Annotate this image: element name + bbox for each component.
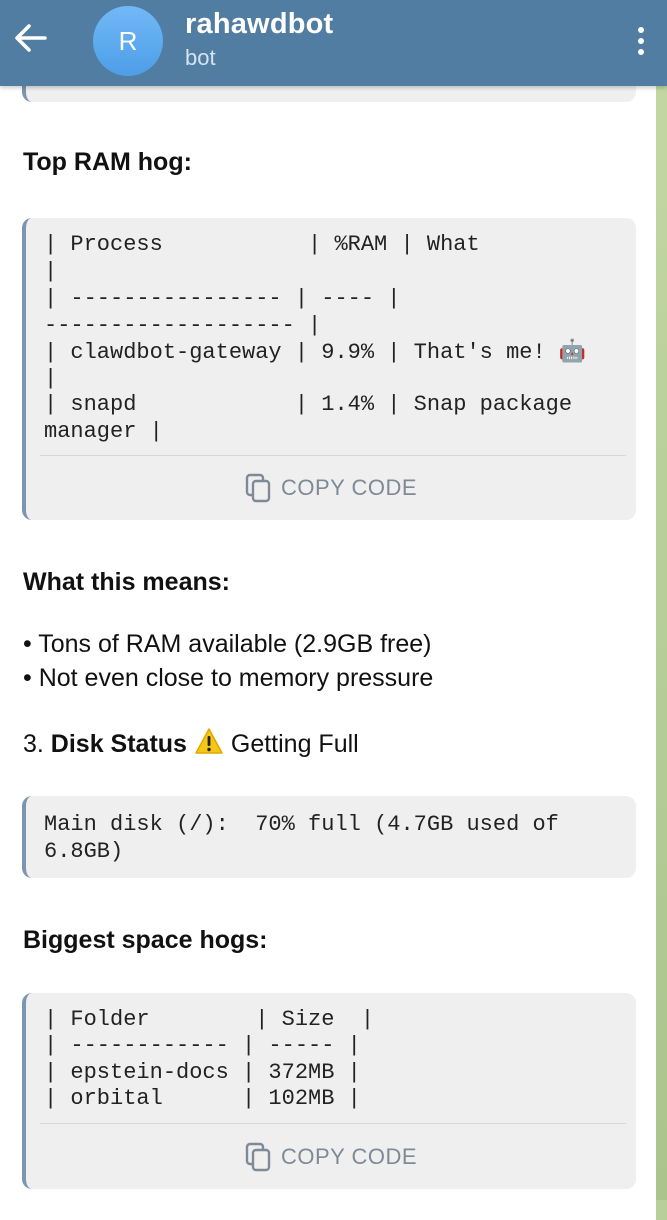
code-line: | snapd | 1.4% | Snap package — [44, 392, 573, 417]
code-line: ------------------- | — [44, 313, 322, 338]
avatar-letter: R — [118, 25, 138, 56]
code-line: | Folder | Size | — [44, 1007, 375, 1032]
code-line: | ---------------- | ---- | — [44, 286, 401, 311]
code-line: | orbital | 102MB | — [44, 1086, 361, 1111]
copy-code-label: COPY CODE — [280, 475, 418, 500]
space-heading: Biggest space hogs: — [23, 926, 268, 954]
space-table-code-block: | Folder | Size | | ------------ | -----… — [22, 993, 636, 1189]
code-line: | ------------ | ----- | — [44, 1033, 361, 1058]
code-line: | clawdbot-gateway | 9.9% | That's me! 🤖 — [44, 340, 587, 365]
code-line: 6.8GB) — [44, 839, 124, 864]
ram-table-code-block: | Process | %RAM | What | | ------------… — [22, 218, 636, 520]
disk-suffix: Getting Full — [223, 730, 359, 758]
ram-heading: Top RAM hog: — [23, 148, 192, 176]
message-bubble: Top RAM hog: | Process | %RAM | What | |… — [0, 20, 656, 1220]
copy-code-button[interactable]: COPY CODE — [26, 468, 636, 508]
disk-prefix: 3. — [23, 730, 51, 758]
back-arrow-icon — [15, 24, 47, 52]
disk-status-line: 3. Disk Status Getting Full — [23, 727, 359, 759]
copy-code-button[interactable]: COPY CODE — [26, 1137, 636, 1177]
chat-subtitle: bot — [185, 45, 216, 70]
copy-divider — [40, 1123, 626, 1124]
dot-icon — [638, 49, 644, 55]
more-options-button[interactable] — [625, 18, 657, 64]
avatar[interactable]: R — [93, 6, 163, 76]
code-line: | — [44, 259, 58, 284]
back-button[interactable] — [8, 16, 52, 60]
code-line: manager | — [44, 419, 163, 444]
copy-code-label: COPY CODE — [280, 1144, 418, 1169]
code-line: | — [44, 366, 58, 391]
copy-icon — [245, 1142, 271, 1172]
bullet-item: • Tons of RAM available (2.9GB free) — [23, 630, 432, 658]
dot-icon — [638, 27, 644, 33]
code-line: | Process | %RAM | What — [44, 232, 480, 257]
code-line: Main disk (/): 70% full (4.7GB used of — [44, 812, 559, 837]
warning-icon — [195, 728, 223, 754]
code-line: | epstein-docs | 372MB | — [44, 1060, 361, 1085]
dot-icon — [638, 38, 644, 44]
copy-divider — [40, 455, 626, 456]
meaning-heading: What this means: — [23, 568, 230, 596]
bullet-item: • Not even close to memory pressure — [23, 664, 434, 692]
chat-header: R rahawdbot bot — [0, 0, 667, 86]
disk-title: Disk Status — [50, 730, 187, 758]
copy-icon — [245, 473, 271, 503]
disk-code-block: Main disk (/): 70% full (4.7GB used of 6… — [22, 796, 636, 878]
chat-title[interactable]: rahawdbot — [185, 8, 333, 41]
